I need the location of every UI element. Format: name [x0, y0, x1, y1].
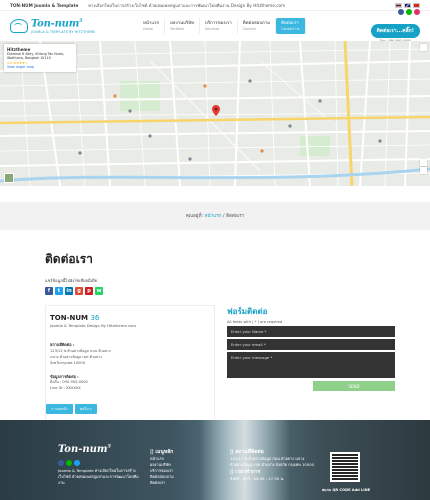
map-view-larger-link[interactable]: View larger map — [7, 65, 73, 69]
instagram-icon[interactable] — [414, 8, 420, 15]
breadcrumb: คุณอยู่ที่: หน้าแรก / ติดต่อเรา — [0, 202, 430, 230]
logo-mark-icon — [10, 18, 28, 33]
nav-item-contact[interactable]: ติดต่อเรา Contact Us — [276, 18, 306, 34]
footer-contact: || สถานที่ติดต่อ 123/12 ซ.ตัวอย่างข้อมูล… — [230, 448, 315, 482]
nav-item-home[interactable]: หน้าแรก Home — [138, 18, 166, 34]
logo-subtitle: JOOMLA & TEMPLATE BY HITZTHEME — [31, 29, 96, 34]
site-header: Ton-num5 JOOMLA & TEMPLATE BY HITZTHEME … — [0, 8, 430, 44]
main-nav: หน้าแรก Home ผลงานบริษัท Portfolio บริการข… — [138, 18, 306, 34]
google-map[interactable]: Hitztheme Ekkamai 6 Alley, Khlong Tan Nu… — [0, 41, 430, 186]
nav-item-inquiry[interactable]: ติดต่อสอบถาม Contact — [238, 18, 277, 34]
google-share-icon[interactable]: g — [75, 287, 83, 295]
breadcrumb-prefix: คุณอยู่ที่: — [185, 213, 205, 219]
next-button[interactable]: ต่อไป » — [74, 403, 97, 414]
address-heading: สถานที่ติดต่อ : — [50, 342, 75, 347]
footer-facebook-icon[interactable] — [58, 460, 64, 466]
footer-about: Ton-num5 Joomla & Template ทางเลือกใหม่ใ… — [58, 442, 143, 486]
share-buttons: f t in g p w — [45, 287, 430, 295]
footer-menu-heading: || เมนูหลัก — [150, 449, 174, 455]
name-field[interactable]: Enter your Name * — [227, 326, 395, 337]
contact-form: ฟอร์มติดต่อ All fields with ( * ) are re… — [227, 305, 395, 439]
footer-menu-item[interactable]: ติดต่อเรา — [150, 480, 210, 486]
contact-line-id: Line ID : XXXXXX — [50, 386, 81, 390]
email-field[interactable]: Enter your email * — [227, 339, 395, 350]
footer-contact-text: 123/12 ซ.ตัวอย่างข้อมูล ถนน ตัวอย่าง แขว… — [230, 456, 315, 468]
message-field[interactable]: Enter your message * — [227, 352, 395, 378]
cn-flag-icon[interactable] — [413, 2, 420, 8]
zoom-out-icon[interactable] — [420, 167, 427, 174]
footer-menu: || เมนูหลัก หน้าแรก ผลงานบริษัท บริการขอ… — [150, 448, 210, 486]
send-button[interactable]: SEND — [313, 381, 395, 391]
pinterest-share-icon[interactable]: p — [85, 287, 93, 295]
company-brand-sub: Joomla & Template Design By Hitztheme.co… — [50, 323, 137, 328]
footer-line-icon[interactable] — [66, 460, 72, 466]
site-logo[interactable]: Ton-num5 JOOMLA & TEMPLATE BY HITZTHEME — [10, 18, 110, 34]
map-satellite-toggle[interactable] — [4, 173, 14, 183]
footer-twitter-icon[interactable] — [74, 460, 80, 466]
line-icon[interactable] — [406, 8, 412, 15]
form-title: ฟอร์มติดต่อ — [227, 307, 268, 316]
logo-text: Ton-num5 — [31, 18, 83, 30]
footer-about-text: Joomla & Template ทางเลือกใหม่ในการสร้าง… — [58, 468, 139, 486]
company-brand: TON-NUM 36 — [50, 314, 100, 322]
fullscreen-icon[interactable] — [420, 44, 427, 51]
twitter-share-icon[interactable]: t — [55, 287, 63, 295]
share-label: แชร์ข้อมูลนี้ไปยังโซเชียลมีเดีย — [45, 278, 97, 283]
page-title: ติดต่อเรา — [45, 252, 93, 266]
company-info: TON-NUM 36 Joomla & Template Design By H… — [45, 305, 215, 439]
nav-item-portfolio[interactable]: ผลงานบริษัท Portfolio — [165, 18, 201, 34]
linkedin-share-icon[interactable]: in — [65, 287, 73, 295]
language-flags — [395, 2, 420, 8]
qr-code — [330, 452, 360, 482]
contact-columns: TON-NUM 36 Joomla & Template Design By H… — [45, 305, 430, 439]
map-place-address: Ekkamai 6 Alley, Khlong Tan Nuea, Wattha… — [7, 52, 65, 61]
breadcrumb-home-link[interactable]: หน้าแรก — [205, 213, 222, 220]
zoom-in-icon[interactable] — [420, 159, 427, 166]
address-text: 123/12 ซ.ตัวอย่างข้อมูล ถนน ตัวอย่าง แขว… — [50, 349, 111, 365]
topbar-description: ทางเลือกใหม่ในการสร้างเว็บไซต์ ด้วยเทมเพ… — [88, 2, 286, 8]
whatsapp-share-icon[interactable]: w — [95, 287, 103, 295]
en-flag-icon[interactable] — [404, 2, 411, 8]
prev-button[interactable]: « ก่อนหน้า — [46, 403, 73, 414]
qr-label: สแกน QR CODE Add LINE — [321, 488, 371, 492]
pagination: « ก่อนหน้า ต่อไป » — [46, 403, 208, 414]
header-social — [371, 8, 420, 15]
breadcrumb-current: ติดต่อเรา — [225, 213, 245, 219]
qr-code-image — [332, 454, 358, 480]
top-bar: TON-NUM Joomla & Template ทางเลือกใหม่ใน… — [0, 0, 430, 11]
footer-social — [58, 460, 143, 466]
facebook-icon[interactable] — [398, 8, 404, 15]
footer-logo[interactable]: Ton-num5 — [58, 442, 143, 458]
header-contact: ติดต่อเรา...คลิ๊ก! โทร : 090-900-0000 — [370, 8, 420, 44]
footer-hours-heading: || เวลาทำการ — [230, 469, 261, 476]
footer-hours-text: จันทร์ - ศุกร์ : 09.00 - 17.30 น. — [230, 476, 285, 482]
nav-item-services[interactable]: บริการของเรา Services — [200, 18, 238, 34]
footer-contact-heading: || สถานที่ติดต่อ — [230, 449, 264, 455]
facebook-share-icon[interactable]: f — [45, 287, 53, 295]
th-flag-icon[interactable] — [395, 2, 402, 8]
contact-click-button[interactable]: ติดต่อเรา...คลิ๊ก! — [370, 23, 420, 38]
required-note: All fields with ( * ) are required — [227, 320, 283, 324]
topbar-site-name: TON-NUM Joomla & Template — [10, 2, 79, 8]
map-info-card: Hitztheme Ekkamai 6 Alley, Khlong Tan Nu… — [4, 44, 76, 73]
